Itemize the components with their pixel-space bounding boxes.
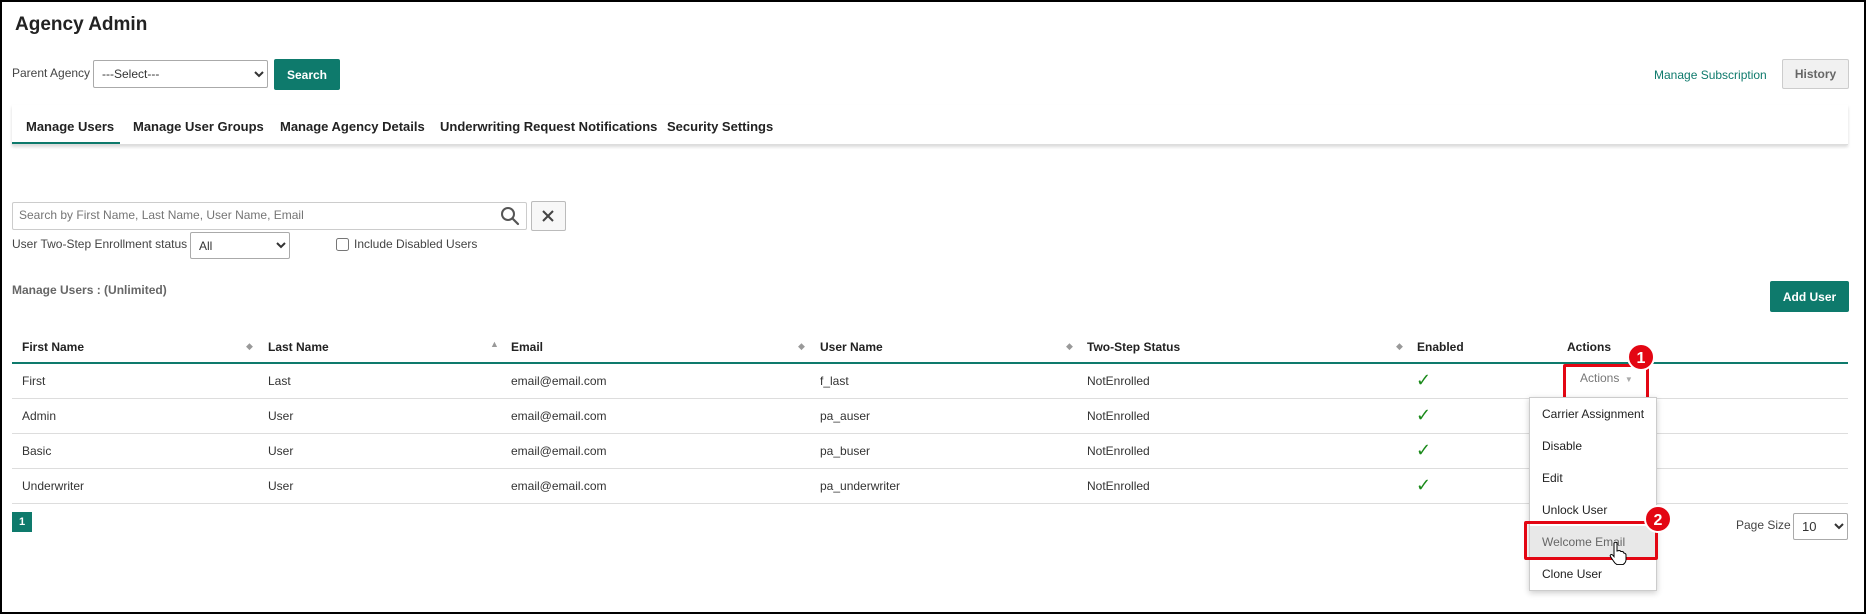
cell-last-name: User [268, 444, 294, 458]
enabled-check-icon: ✓ [1416, 370, 1432, 390]
column-header-two-step-status[interactable]: Two-Step Status [1087, 340, 1180, 354]
page-size-select[interactable]: 10 [1793, 513, 1848, 540]
column-header-email[interactable]: Email [511, 340, 543, 354]
include-disabled-checkbox[interactable] [336, 238, 349, 251]
menu-item-label: Clone User [1542, 567, 1603, 581]
cell-first-name: First [22, 374, 46, 388]
cell-first-name: Admin [22, 409, 57, 423]
enrollment-status-label: User Two-Step Enrollment status [12, 237, 188, 251]
cell-user-name: pa_buser [820, 444, 871, 458]
clear-search-button[interactable] [531, 201, 566, 231]
active-tab-indicator [12, 142, 120, 144]
cell-user-name: pa_auser [820, 409, 871, 423]
tab-bar: Manage Users Manage User Groups Manage A… [12, 105, 1848, 145]
cell-last-name: Last [268, 374, 291, 388]
menu-item-label: Unlock User [1542, 503, 1608, 517]
cell-first-name: Underwriter [22, 479, 85, 493]
enabled-check-icon: ✓ [1416, 405, 1432, 425]
tab-manage-agency-details[interactable]: Manage Agency Details [280, 119, 425, 134]
step-2-badge: 2 [1644, 505, 1672, 533]
cell-email: email@email.com [511, 444, 607, 458]
cell-email: email@email.com [511, 479, 607, 493]
search-button[interactable]: Search [274, 59, 340, 90]
user-search-box [12, 202, 527, 230]
menu-item-label: Edit [1542, 471, 1563, 485]
column-header-actions: Actions [1567, 340, 1612, 354]
column-header-user-name[interactable]: User Name [820, 340, 883, 354]
tab-manage-user-groups[interactable]: Manage User Groups [133, 119, 264, 134]
menu-item-edit[interactable]: Edit [1530, 462, 1656, 494]
cell-user-name: pa_underwriter [820, 479, 901, 493]
search-icon[interactable] [500, 206, 520, 231]
cell-last-name: User [268, 409, 294, 423]
include-disabled-label: Include Disabled Users [354, 237, 478, 251]
hand-cursor-icon [1609, 541, 1627, 565]
enabled-check-icon: ✓ [1416, 440, 1432, 460]
close-icon [542, 210, 554, 222]
page-1-button[interactable]: 1 [12, 512, 32, 532]
menu-item-label: Carrier Assignment [1542, 407, 1645, 421]
enrollment-status-select[interactable]: All [190, 232, 290, 259]
actions-menu: Carrier Assignment Disable Edit Unlock U… [1529, 397, 1657, 591]
manage-subscription-link[interactable]: Manage Subscription [1654, 68, 1767, 82]
user-search-input[interactable] [13, 203, 489, 227]
column-header-first-name[interactable]: First Name [22, 340, 84, 354]
sort-icon[interactable]: ◆ [1066, 341, 1073, 352]
menu-item-clone-user[interactable]: Clone User [1530, 558, 1656, 590]
tab-security-settings[interactable]: Security Settings [667, 119, 773, 134]
parent-agency-select[interactable]: ---Select--- [93, 60, 268, 88]
sort-ascending-icon[interactable]: ▲ [490, 339, 499, 349]
cell-two-step-status: NotEnrolled [1087, 479, 1150, 493]
column-header-enabled: Enabled [1417, 340, 1464, 354]
menu-item-label: Disable [1542, 439, 1583, 453]
sort-icon[interactable]: ◆ [246, 341, 253, 352]
cell-email: email@email.com [511, 409, 607, 423]
parent-agency-label: Parent Agency [12, 66, 91, 80]
cell-two-step-status: NotEnrolled [1087, 444, 1150, 458]
sort-icon[interactable]: ◆ [798, 341, 805, 352]
welcome-email-highlight-box [1524, 521, 1658, 560]
cell-last-name: User [268, 479, 294, 493]
cell-email: email@email.com [511, 374, 607, 388]
sort-icon[interactable]: ◆ [1396, 341, 1403, 352]
enabled-check-icon: ✓ [1416, 475, 1432, 495]
page-size-label: Page Size [1736, 518, 1791, 532]
cell-two-step-status: NotEnrolled [1087, 409, 1150, 423]
column-header-last-name[interactable]: Last Name [268, 340, 329, 354]
tab-manage-users[interactable]: Manage Users [26, 119, 114, 134]
page-title: Agency Admin [15, 14, 148, 35]
menu-item-disable[interactable]: Disable [1530, 430, 1656, 462]
cell-first-name: Basic [22, 444, 52, 458]
history-button[interactable]: History [1782, 59, 1849, 89]
cell-two-step-status: NotEnrolled [1087, 374, 1150, 388]
tab-underwriting-request-notifications[interactable]: Underwriting Request Notifications [440, 119, 657, 134]
section-title: Manage Users : (Unlimited) [12, 283, 167, 297]
menu-item-carrier-assignment[interactable]: Carrier Assignment [1530, 398, 1656, 430]
add-user-button[interactable]: Add User [1770, 281, 1849, 312]
cell-user-name: f_last [820, 374, 849, 388]
step-1-badge: 1 [1627, 343, 1655, 371]
